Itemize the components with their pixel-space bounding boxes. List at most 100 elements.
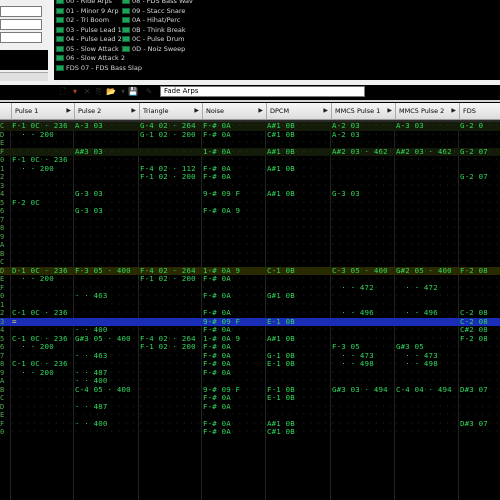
pattern-cell[interactable]: C-1 0C · 236	[12, 308, 68, 318]
pattern-cell[interactable]: F-1 02 · 200	[140, 172, 196, 182]
pattern-cell[interactable]: A-3 03	[396, 122, 424, 131]
pattern-cell[interactable]: G-2 07	[460, 147, 488, 157]
instrument-item[interactable]: 0C - Pulse Drum	[122, 35, 184, 44]
pattern-cell[interactable]: · · 200	[12, 164, 54, 174]
pattern-cell[interactable]: · · 487	[75, 402, 108, 412]
pattern-cell[interactable]: F-3 05 · 400	[75, 266, 131, 276]
pattern-cell[interactable]: A#1 0B	[267, 164, 295, 174]
pattern-cell[interactable]: G#3 05 · 400	[75, 334, 131, 344]
pattern-cell[interactable]: F-# 0A	[203, 402, 231, 412]
channel-menu-icon[interactable]: ▶	[131, 103, 136, 119]
clone-instrument-icon[interactable]: ⎘	[94, 86, 104, 97]
channel-header[interactable]: Pulse 2 ▶	[74, 103, 139, 119]
pattern-cell[interactable]: A#1 0B	[267, 334, 295, 344]
instrument-item[interactable]: 00 - Ride Arps	[56, 0, 112, 6]
pattern-cell[interactable]: =	[12, 317, 17, 327]
pattern-cell[interactable]: F-# 0A	[203, 130, 231, 140]
pattern-cell[interactable]: E-1 0B	[267, 317, 295, 327]
instrument-item[interactable]: 08 - FDS Bass Wav	[122, 0, 193, 6]
pattern-cell[interactable]: E-1 0B	[267, 359, 295, 369]
pattern-cell[interactable]: · · 200	[12, 130, 54, 140]
pattern-cell[interactable]: 1-# 0A	[203, 147, 231, 157]
pattern-cell[interactable]: F-# 0A 9	[203, 206, 240, 216]
load-instrument-icon[interactable]: 📂	[106, 86, 116, 97]
channel-menu-icon[interactable]: ▶	[258, 103, 263, 119]
pattern-cell[interactable]: G#2 05 · 400	[396, 266, 452, 276]
pattern-cell[interactable]: F-# 0A	[203, 172, 231, 182]
pattern-cell[interactable]: G-3 03	[332, 189, 360, 199]
pattern-cell[interactable]: A#3 03	[75, 147, 103, 157]
instrument-item[interactable]: 03 - Pulse Lead 1	[56, 26, 122, 35]
instrument-item[interactable]: 06 - Slow Attack 2	[56, 54, 125, 63]
pattern-cell[interactable]: C#1 0B	[267, 130, 295, 140]
instrument-item[interactable]: 09 - Stacc Snare	[122, 7, 185, 16]
pattern-cell[interactable]: C-3 05 · 400	[332, 266, 388, 276]
frame-list[interactable]	[0, 50, 48, 70]
dropdown-arrow-icon[interactable]: ▾	[70, 86, 80, 97]
pattern-cell[interactable]: A#1 0B	[267, 189, 295, 199]
pattern-cell[interactable]: F-# 0A	[203, 274, 231, 284]
pattern-cell[interactable]: · · 472	[396, 283, 438, 293]
instrument-item[interactable]: 05 - Slow Attack 1	[56, 45, 125, 54]
pattern-cell[interactable]: D#3 07	[460, 385, 488, 395]
save-instrument-icon[interactable]: 💾	[128, 86, 138, 97]
pattern-row[interactable]: F · · · · · · · · · · · · · · · · · · · · …	[0, 419, 500, 429]
channel-menu-icon[interactable]: ▶	[323, 103, 328, 119]
channel-header[interactable]: DPCM ▶	[266, 103, 331, 119]
instrument-item[interactable]: 0D - Noiz Sweep	[122, 45, 185, 54]
pattern-row[interactable]: D · · · · · · · · · · · · · · · · · · · · …	[0, 402, 500, 412]
pattern-cell[interactable]: · · 200	[12, 368, 54, 378]
pattern-row[interactable]: 1 · · · · · · · · · · · 200 · · · · · · · …	[0, 164, 500, 174]
pattern-cell[interactable]: · · 463	[75, 291, 108, 301]
channel-menu-icon[interactable]: ▶	[66, 103, 71, 119]
pattern-cell[interactable]: F-# 0A	[203, 368, 231, 378]
pattern-row[interactable]: F · · · · · · · · · · · · · · · · · · · A#…	[0, 147, 500, 157]
pattern-cell[interactable]: G-3 03	[75, 189, 103, 199]
instrument-item[interactable]: 04 - Pulse Lead 2	[56, 35, 122, 44]
pattern-cell[interactable]: C-4 04 · 494	[396, 385, 452, 395]
pattern-row[interactable]: A · · · · · · · · · · · · · · · · · · · · …	[0, 241, 500, 250]
pattern-cell[interactable]: G#1 0B	[267, 291, 295, 301]
instrument-item[interactable]: 0A - Hihat/Perc	[122, 16, 180, 25]
song-name-field[interactable]: Fade Arps	[160, 86, 365, 97]
pattern-cell[interactable]: D#3 07	[460, 419, 488, 429]
pattern-cell[interactable]: C-4 05 · 400	[75, 385, 131, 395]
pattern-cell[interactable]: G#3 03 · 494	[332, 385, 388, 395]
author-field[interactable]	[0, 19, 42, 30]
pattern-cell[interactable]: F-2 08	[460, 334, 488, 344]
pattern-row[interactable]: 5 · · · · · · · · · C-1 0C · 236 · · · · ·…	[0, 334, 500, 344]
pattern-row[interactable]: 8 · · · · · · · · · · · · · · · · · · · · …	[0, 224, 500, 233]
channel-header[interactable]: Noise ▶	[202, 103, 266, 119]
pattern-cell[interactable]: G-2 07	[460, 172, 488, 182]
instrument-item[interactable]: 01 - Minor 9 Arp	[56, 7, 118, 16]
pattern-row[interactable]: 9 · · · · · · · · · · · · · · · · · · · · …	[0, 233, 500, 242]
pattern-cell[interactable]: F-# 0A	[203, 291, 231, 301]
pattern-cell[interactable]: F-# 0A	[203, 427, 231, 437]
copyright-field[interactable]	[0, 32, 42, 43]
pattern-editor[interactable]: C · · · · · · · · · F-1 0C · 236 · · · · ·…	[0, 122, 500, 500]
channel-menu-icon[interactable]: ▶	[194, 103, 199, 119]
pattern-cell[interactable]: F-2 0C	[12, 198, 40, 208]
pattern-cell[interactable]: · · 200	[12, 342, 54, 352]
pattern-cell[interactable]: A#2 03 · 462	[332, 147, 388, 157]
pattern-cell[interactable]: G-3 03	[75, 206, 103, 216]
pattern-cell[interactable]: · · 498	[396, 359, 438, 369]
frame-scrollbar[interactable]	[0, 72, 48, 81]
pattern-row[interactable]: 6 · · · · · · · · · · · · · · · · · · · G-…	[0, 206, 500, 216]
pattern-cell[interactable]: G-2 0	[460, 122, 483, 131]
pattern-cell[interactable]: E-1 0B	[267, 393, 295, 403]
pattern-row[interactable]: 0 · · · · · · · · · F-1 0C · 236 · · · · ·…	[0, 155, 500, 165]
pattern-cell[interactable]: G-1 02 · 200	[140, 130, 196, 140]
title-field[interactable]	[0, 6, 42, 17]
pattern-row[interactable]: 0 · · · · · · · · · · · · · · · · · · · · …	[0, 427, 500, 437]
pattern-row[interactable]: 4 · · · · · · · · · · · · · · · · · · · G-…	[0, 189, 500, 199]
edit-instrument-icon[interactable]: ✎	[144, 86, 154, 97]
channel-header[interactable]: FDS	[459, 103, 500, 119]
pattern-cell[interactable]: F-1 02 · 200	[140, 274, 196, 284]
instrument-item[interactable]: 02 - Tri Boom	[56, 16, 109, 25]
instrument-item[interactable]: FDS 07 - FDS Bass Slap	[56, 64, 142, 73]
channel-header[interactable]: MMC5 Pulse 2 ▶	[395, 103, 459, 119]
pattern-row[interactable]: 0 · · · · · · · · · · · · · · · · · · · · …	[0, 291, 500, 301]
pattern-row[interactable]: 2 · · · · · · · · · C-1 0C · 236 · · · · ·…	[0, 308, 500, 318]
pattern-cell[interactable]: A#2 03 · 462	[396, 147, 452, 157]
